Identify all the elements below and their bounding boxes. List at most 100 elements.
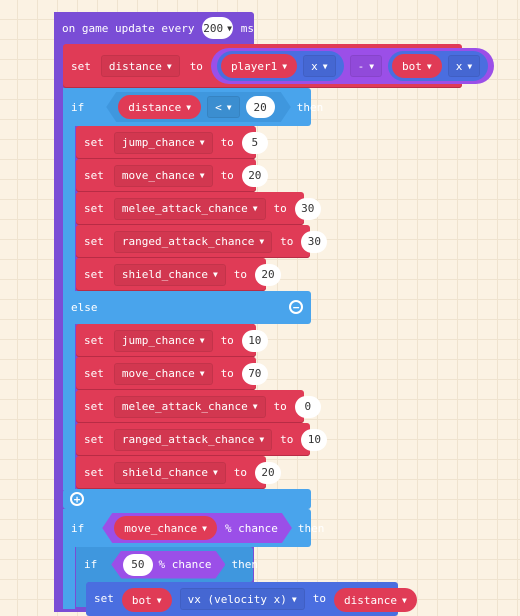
value-input[interactable]: 5	[241, 131, 268, 154]
operator-dropdown[interactable]: - ▼	[349, 55, 383, 77]
chance-value-input[interactable]: 50	[123, 554, 152, 576]
value-input[interactable]: 20	[255, 461, 282, 484]
set-melee-attack-chance-block[interactable]: set melee_attack_chance ▼ to 30	[76, 192, 321, 225]
then-keyword: then	[296, 100, 324, 114]
percent-chance-expression[interactable]: 50 % chance	[111, 551, 225, 579]
variable-dropdown[interactable]: ranged_attack_chance ▼	[113, 230, 273, 253]
add-else-icon[interactable]: +	[70, 492, 84, 506]
set-shield-chance-block[interactable]: set shield_chance ▼ to 20	[76, 258, 282, 291]
right-property-dropdown[interactable]: x ▼	[447, 55, 481, 77]
set-jump-chance-block[interactable]: set jump_chance ▼ to 5	[76, 126, 268, 159]
set-keyword: set	[84, 367, 104, 380]
value-input[interactable]: 70	[241, 362, 268, 385]
compare-expression[interactable]: distance ▼ < ▼ 20	[106, 92, 291, 122]
dropdown-arrow-icon: ▼	[252, 204, 258, 213]
comparator-symbol: <	[215, 100, 222, 114]
to-keyword: to	[220, 136, 234, 149]
if-keyword: if	[84, 558, 98, 571]
variable-dropdown[interactable]: melee_attack_chance ▼	[113, 395, 266, 418]
sprite-name: bot	[131, 593, 152, 607]
variable-dropdown[interactable]: shield_chance ▼	[113, 263, 226, 286]
dropdown-arrow-icon: ▼	[212, 270, 218, 279]
left-property-reporter[interactable]: player1 ▼ x ▼	[216, 51, 344, 81]
distance-variable-reporter[interactable]: distance ▼	[118, 95, 201, 119]
variable-name: distance	[128, 100, 182, 114]
dropdown-arrow-icon: ▼	[282, 61, 288, 71]
dropdown-arrow-icon: ▼	[369, 61, 375, 71]
set-keyword: set	[84, 400, 104, 413]
property-name: vx (velocity x)	[187, 592, 287, 606]
value-input[interactable]: 30	[294, 197, 321, 220]
variable-dropdown[interactable]: move_chance ▼	[113, 164, 213, 187]
variable-name: shield_chance	[121, 268, 208, 281]
variable-name: distance	[344, 593, 397, 607]
right-property-reporter[interactable]: bot ▼ x ▼	[388, 51, 489, 81]
variable-name: melee_attack_chance	[121, 202, 248, 215]
variable-dropdown[interactable]: move_chance ▼	[113, 362, 213, 385]
set-shield-chance-block[interactable]: set shield_chance ▼ to 20	[76, 456, 282, 489]
variable-dropdown[interactable]: melee_attack_chance ▼	[113, 197, 266, 220]
bot-sprite-dropdown[interactable]: bot ▼	[121, 588, 172, 612]
set-bot-velocity-block[interactable]: set bot ▼ vx (velocity x) ▼ to distance …	[86, 582, 417, 616]
interval-dropdown[interactable]: 200 ▼	[202, 17, 233, 39]
event-label-suffix: ms	[240, 21, 254, 35]
dropdown-arrow-icon: ▼	[291, 594, 297, 604]
set-ranged-attack-chance-block[interactable]: set ranged_attack_chance ▼ to 10	[76, 423, 328, 456]
to-keyword: to	[189, 59, 203, 73]
value-input[interactable]: 20	[241, 164, 268, 187]
dropdown-arrow-icon: ▼	[227, 23, 232, 33]
to-keyword: to	[233, 268, 248, 281]
event-header[interactable]: on game update every 200 ▼ ms	[54, 12, 254, 44]
set-melee-attack-chance-block[interactable]: set melee_attack_chance ▼ to 0	[76, 390, 321, 423]
variable-dropdown[interactable]: shield_chance ▼	[113, 461, 226, 484]
set-ranged-attack-chance-block[interactable]: set ranged_attack_chance ▼ to 30	[76, 225, 328, 258]
variable-name: ranged_attack_chance	[121, 433, 255, 446]
to-keyword: to	[220, 169, 234, 182]
if-move-chance-header[interactable]: if move_chance ▼ % chance then	[63, 509, 324, 547]
value-input[interactable]: 0	[294, 395, 321, 418]
set-keyword: set	[94, 592, 114, 605]
if-distance-header[interactable]: if distance ▼ < ▼ 20 then	[63, 88, 323, 126]
dropdown-arrow-icon: ▼	[199, 336, 205, 345]
variable-dropdown[interactable]: jump_chance ▼	[113, 131, 213, 154]
set-keyword: set	[84, 169, 104, 182]
player1-sprite-dropdown[interactable]: player1 ▼	[220, 54, 298, 78]
dropdown-arrow-icon: ▼	[199, 171, 205, 180]
to-keyword: to	[273, 400, 287, 413]
value-input[interactable]: 10	[301, 428, 328, 451]
percent-chance-expression[interactable]: move_chance ▼ % chance	[102, 513, 292, 543]
subtract-expression[interactable]: player1 ▼ x ▼ - ▼ bot ▼ x ▼	[210, 48, 495, 84]
if-50-chance-header[interactable]: if 50 % chance then	[76, 547, 258, 582]
set-move-chance-block[interactable]: set move_chance ▼ to 20	[76, 159, 268, 192]
dropdown-arrow-icon: ▼	[166, 61, 172, 71]
then-keyword: then	[297, 521, 325, 535]
dropdown-arrow-icon: ▼	[426, 61, 432, 71]
to-keyword: to	[220, 334, 234, 347]
distance-variable-dropdown[interactable]: distance ▼	[100, 55, 180, 77]
left-property-dropdown[interactable]: x ▼	[303, 55, 336, 77]
set-distance-block[interactable]: set distance ▼ to player1 ▼ x ▼ - ▼ bot …	[63, 44, 495, 88]
variable-name: move_chance	[121, 367, 195, 380]
set-move-chance-block[interactable]: set move_chance ▼ to 70	[76, 357, 268, 390]
set-keyword: set	[84, 466, 104, 479]
remove-else-icon[interactable]: −	[289, 300, 303, 314]
comparator-dropdown[interactable]: < ▼	[207, 96, 239, 118]
bot-sprite-dropdown[interactable]: bot ▼	[392, 54, 442, 78]
value-input[interactable]: 20	[255, 263, 282, 286]
property-name: x	[455, 59, 463, 73]
variable-name: melee_attack_chance	[121, 400, 248, 413]
operator-symbol: -	[357, 59, 365, 73]
variable-dropdown[interactable]: ranged_attack_chance ▼	[113, 428, 273, 451]
move-chance-variable-reporter[interactable]: move_chance ▼	[114, 516, 217, 540]
property-name: x	[311, 59, 318, 73]
set-keyword: set	[84, 268, 104, 281]
value-input[interactable]: 30	[301, 230, 328, 253]
dropdown-arrow-icon: ▼	[467, 61, 473, 71]
property-dropdown[interactable]: vx (velocity x) ▼	[179, 588, 305, 610]
if-else-footer: +	[63, 489, 311, 509]
variable-dropdown[interactable]: jump_chance ▼	[113, 329, 213, 352]
compare-value-input[interactable]: 20	[246, 96, 275, 118]
set-jump-chance-block[interactable]: set jump_chance ▼ to 10	[76, 324, 268, 357]
distance-variable-reporter[interactable]: distance ▼	[334, 588, 417, 612]
value-input[interactable]: 10	[241, 329, 268, 352]
